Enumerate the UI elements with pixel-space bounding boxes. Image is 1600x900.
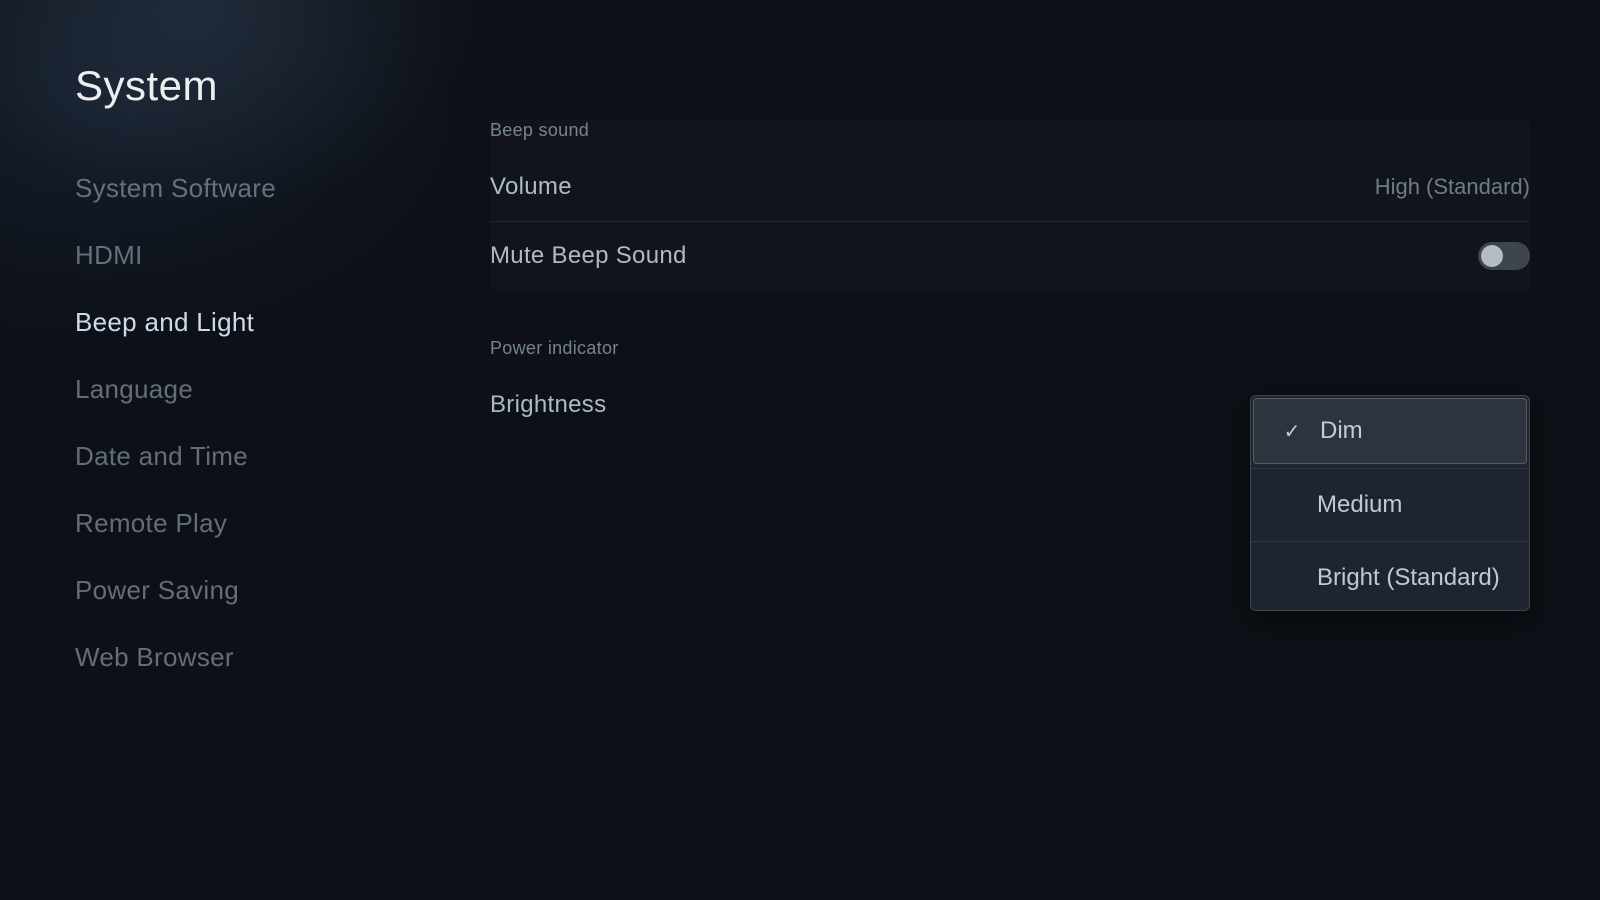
sidebar-item-date-and-time[interactable]: Date and Time (75, 423, 445, 490)
volume-value: High (Standard) (1375, 174, 1530, 200)
power-indicator-label: Power indicator (490, 338, 1530, 359)
bright-standard-label: Bright (Standard) (1317, 564, 1500, 592)
dropdown-divider-2 (1251, 541, 1529, 542)
main-content: Beep sound Volume High (Standard) Mute B… (490, 120, 1530, 860)
mute-name: Mute Beep Sound (490, 242, 687, 270)
sidebar-item-web-browser[interactable]: Web Browser (75, 624, 445, 691)
brightness-row[interactable]: Brightness ✓ Dim Medium Bri (490, 371, 1530, 439)
dropdown-item-bright-standard[interactable]: Bright (Standard) (1251, 546, 1529, 610)
toggle-knob (1481, 245, 1503, 267)
page-title: System (75, 62, 218, 110)
sidebar: System Software HDMI Beep and Light Lang… (75, 155, 445, 691)
sidebar-item-system-software[interactable]: System Software (75, 155, 445, 222)
sidebar-item-hdmi[interactable]: HDMI (75, 222, 445, 289)
dropdown-item-dim[interactable]: ✓ Dim (1253, 398, 1527, 464)
sidebar-item-language[interactable]: Language (75, 356, 445, 423)
beep-sound-label: Beep sound (490, 120, 1530, 141)
power-indicator-section: Power indicator Brightness ✓ Dim Medium (490, 338, 1530, 439)
sidebar-item-power-saving[interactable]: Power Saving (75, 557, 445, 624)
checkmark-icon: ✓ (1282, 419, 1302, 444)
beep-sound-section: Beep sound Volume High (Standard) Mute B… (490, 120, 1530, 290)
mute-row[interactable]: Mute Beep Sound (490, 222, 1530, 290)
brightness-name: Brightness (490, 391, 606, 419)
dropdown-divider-1 (1251, 468, 1529, 469)
dim-label: Dim (1320, 417, 1363, 445)
volume-row[interactable]: Volume High (Standard) (490, 153, 1530, 222)
volume-name: Volume (490, 173, 572, 201)
brightness-dropdown[interactable]: ✓ Dim Medium Bright (Standard) (1250, 395, 1530, 611)
medium-label: Medium (1317, 491, 1402, 519)
sidebar-item-remote-play[interactable]: Remote Play (75, 490, 445, 557)
sidebar-item-beep-and-light[interactable]: Beep and Light (75, 289, 445, 356)
dropdown-item-medium[interactable]: Medium (1251, 473, 1529, 537)
mute-toggle[interactable] (1478, 242, 1530, 270)
